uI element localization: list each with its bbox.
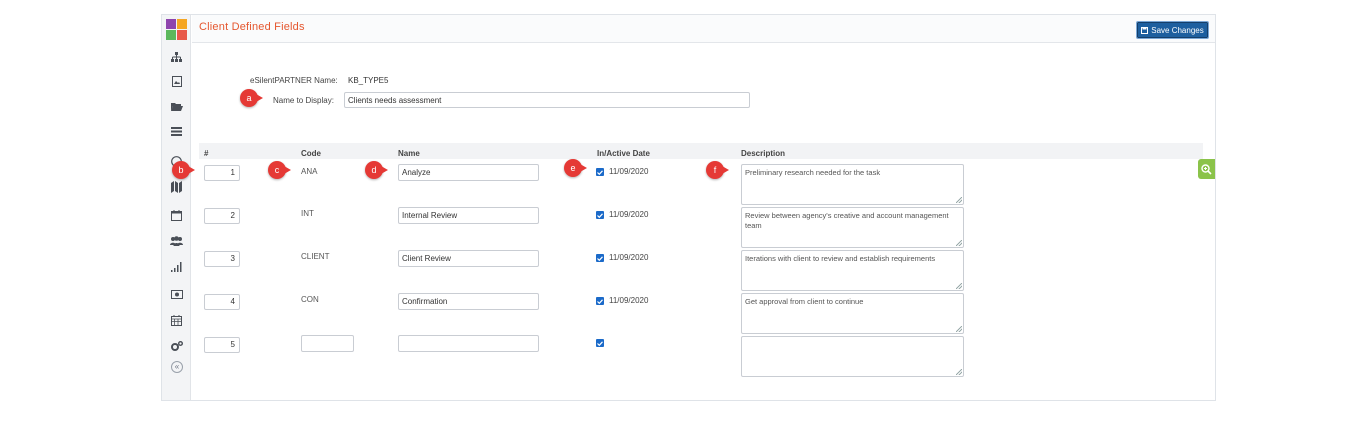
row-code: CON [301,295,319,304]
resize-grip-icon[interactable] [956,240,962,246]
calendar-icon[interactable] [162,204,191,226]
column-header-active-date: In/Active Date [597,149,650,158]
row-name-input[interactable]: Internal Review [398,207,539,224]
row-code: ANA [301,167,318,176]
callout-c: c [268,161,291,179]
row-description-text: Get approval from client to continue [745,297,864,306]
row-number-input[interactable]: 3 [204,251,240,267]
app-logo [166,19,188,41]
sitemap-icon[interactable] [162,46,191,68]
callout-f: f [706,161,729,179]
row-number-input[interactable]: 5 [204,337,240,353]
row-description-text: Iterations with client to review and est… [745,254,936,263]
callout-d: d [365,161,388,179]
row-code-input[interactable] [301,335,354,352]
row-active-checkbox[interactable] [596,211,604,219]
column-header-name: Name [398,149,420,158]
map-icon[interactable] [162,176,191,198]
callout-e: e [564,159,587,177]
save-changes-label: Save Changes [1151,25,1204,35]
bar-chart-icon[interactable] [162,256,191,278]
row-active-checkbox[interactable] [596,254,604,262]
resize-grip-icon[interactable] [956,283,962,289]
partner-name-label: eSilentPARTNER Name: [250,76,338,85]
floppy-disk-icon [1141,26,1149,34]
calendar-grid-icon[interactable] [162,309,191,331]
sidebar: « [162,15,191,400]
row-name-input[interactable]: Confirmation [398,293,539,310]
row-description-text: Preliminary research needed for the task [745,168,881,177]
list-icon[interactable] [162,120,191,142]
row-description-textarea[interactable]: Iterations with client to review and est… [741,250,964,291]
callout-a: a [240,89,263,107]
app-window: « Client Defined Fields Save Changes eSi… [161,14,1216,401]
table-header [199,143,1203,159]
users-icon[interactable] [162,230,191,252]
row-active-checkbox[interactable] [596,297,604,305]
column-header-code: Code [301,149,321,158]
row-description-text: Review between agency's creative and acc… [745,211,949,230]
row-active-date: 11/09/2020 [609,167,649,176]
row-active-date: 11/09/2020 [609,253,649,262]
cogs-icon[interactable] [162,335,191,357]
row-code: INT [301,209,314,218]
resize-grip-icon[interactable] [956,369,962,375]
row-active-checkbox[interactable] [596,339,604,347]
row-description-textarea[interactable]: Preliminary research needed for the task [741,164,964,205]
money-icon[interactable] [162,283,191,305]
callout-b: b [172,161,195,179]
row-active-checkbox[interactable] [596,168,604,176]
resize-grip-icon[interactable] [956,326,962,332]
save-changes-button[interactable]: Save Changes [1136,21,1209,39]
page-header: Client Defined Fields Save Changes [192,15,1215,43]
display-name-input[interactable]: Clients needs assessment [344,92,750,108]
zoom-in-icon [1201,163,1212,175]
partner-name-value: KB_TYPE5 [348,76,389,85]
row-number-input[interactable]: 2 [204,208,240,224]
resize-grip-icon[interactable] [956,197,962,203]
row-active-date: 11/09/2020 [609,210,649,219]
row-active-date: 11/09/2020 [609,296,649,305]
display-name-label: Name to Display: [273,96,334,105]
row-number-input[interactable]: 4 [204,294,240,310]
row-description-textarea[interactable] [741,336,964,377]
image-icon[interactable] [162,70,191,92]
column-header-number: # [204,149,209,158]
row-description-textarea[interactable]: Get approval from client to continue [741,293,964,334]
row-number-input[interactable]: 1 [204,165,240,181]
zoom-button[interactable] [1198,159,1215,179]
row-description-textarea[interactable]: Review between agency's creative and acc… [741,207,964,248]
row-name-input[interactable]: Analyze [398,164,539,181]
row-name-input[interactable] [398,335,539,352]
row-name-input[interactable]: Client Review [398,250,539,267]
page-title: Client Defined Fields [199,21,305,33]
column-header-description: Description [741,149,786,158]
row-code: CLIENT [301,252,330,261]
collapse-sidebar-icon[interactable]: « [171,361,183,373]
folder-open-icon[interactable] [162,95,191,117]
